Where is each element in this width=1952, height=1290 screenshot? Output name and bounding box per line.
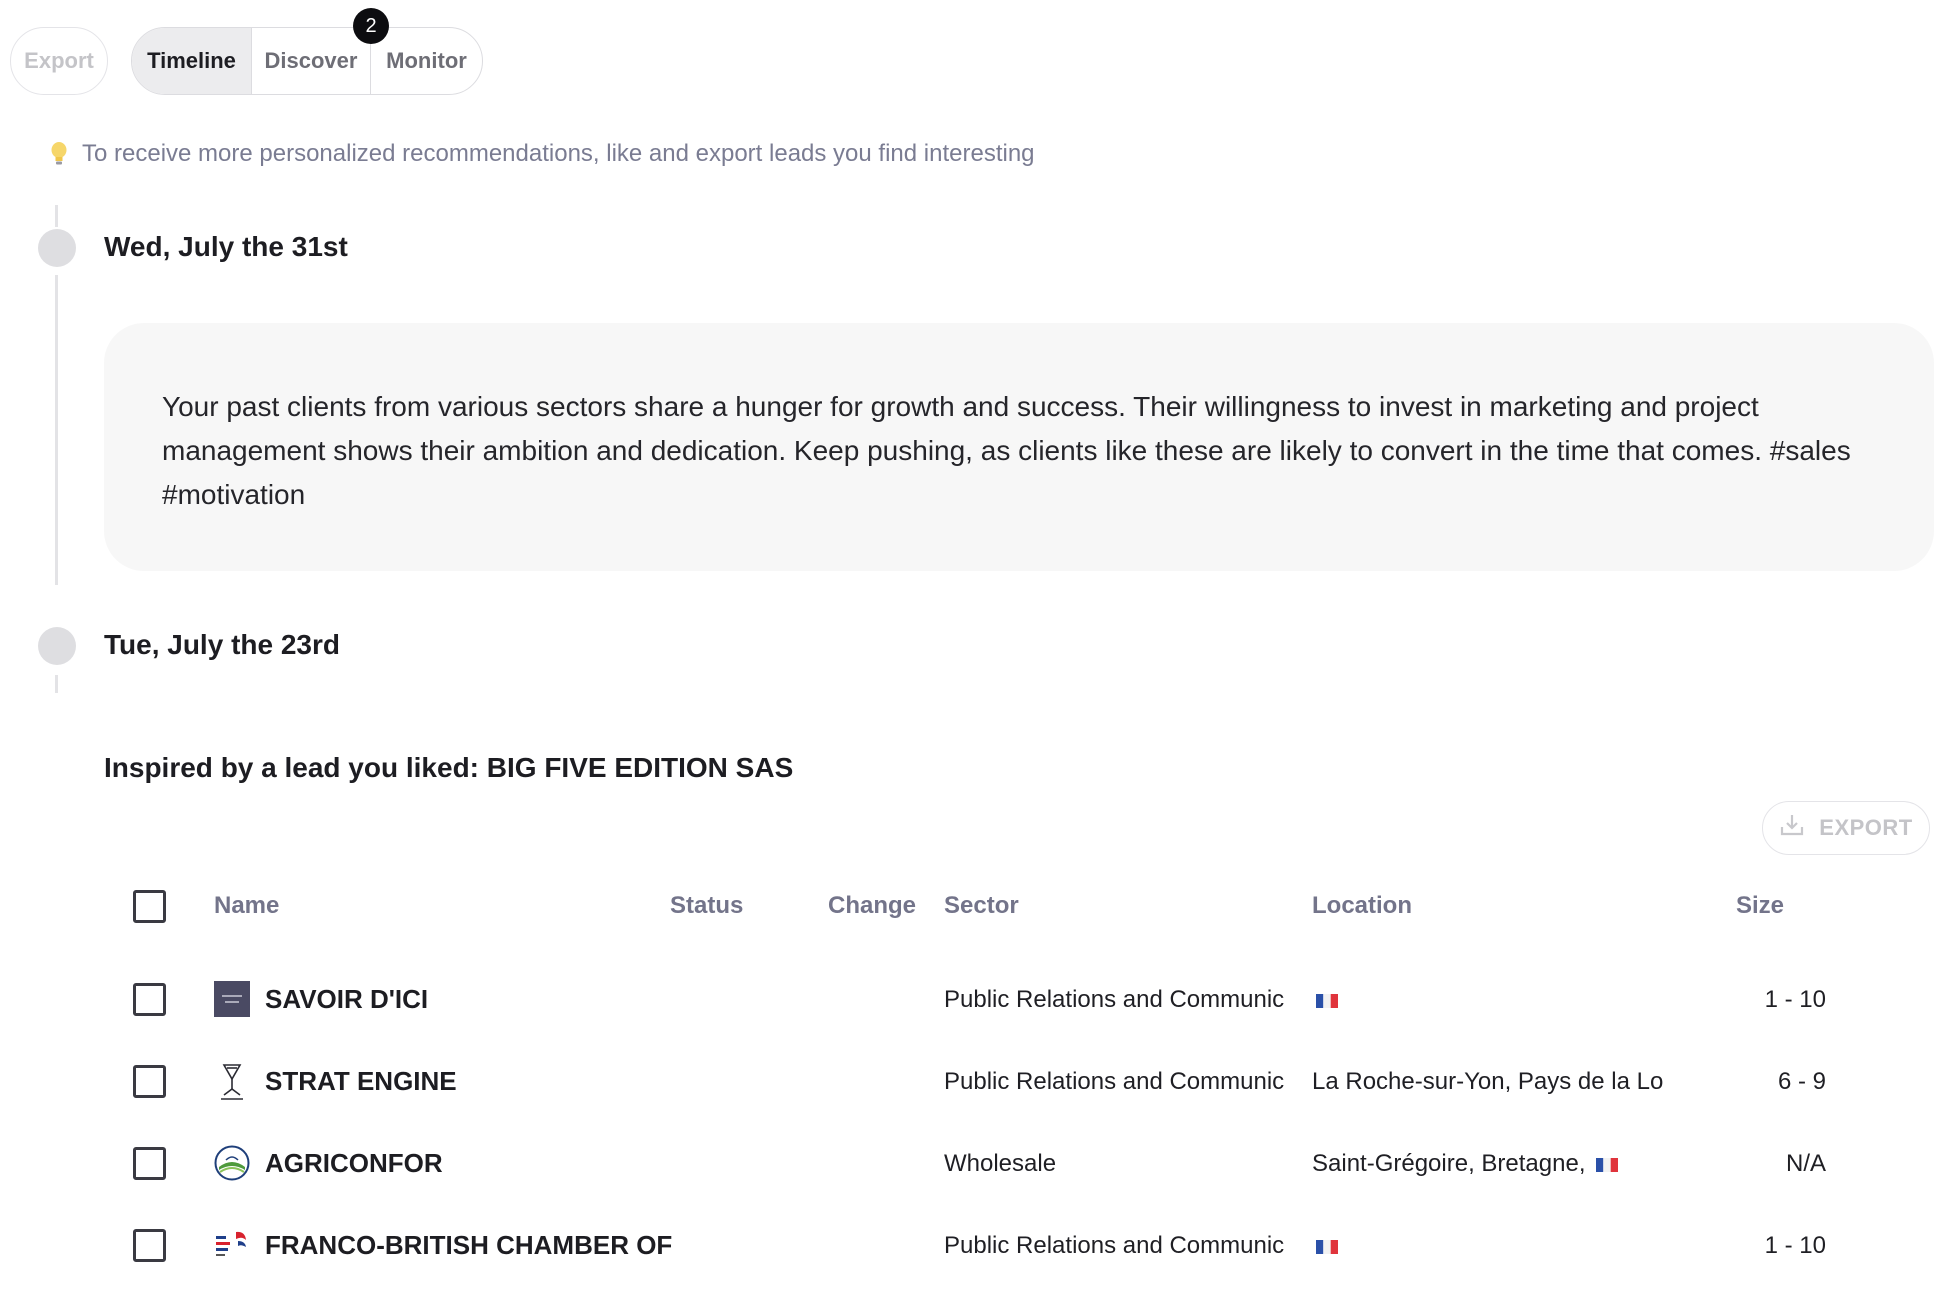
lead-size: 1 - 10: [1764, 1232, 1826, 1259]
row-checkbox[interactable]: [133, 1147, 166, 1180]
download-icon: [1779, 812, 1805, 844]
tab-monitor[interactable]: Monitor: [370, 28, 482, 94]
column-header-size[interactable]: Size: [1736, 892, 1784, 920]
savoir-dici-logo: [214, 981, 250, 1017]
lead-name[interactable]: AGRICONFOR: [265, 1148, 443, 1179]
france-flag-icon: [1596, 1157, 1619, 1172]
insight-message: Your past clients from various sectors s…: [162, 391, 1851, 510]
column-header-sector[interactable]: Sector: [944, 892, 1019, 920]
row-checkbox[interactable]: [133, 1065, 166, 1098]
lead-size: 1 - 10: [1764, 986, 1826, 1013]
lead-name[interactable]: SAVOIR D'ICI: [265, 984, 428, 1015]
leads-section-title: Inspired by a lead you liked: BIG FIVE E…: [104, 752, 794, 783]
lead-sector: Public Relations and Communic: [944, 986, 1285, 1013]
lead-sector: Public Relations and Communic: [944, 1232, 1285, 1259]
timeline-date: Tue, July the 23rd: [104, 629, 340, 660]
lead-location: La Roche-sur-Yon, Pays de la Lo: [1312, 1068, 1663, 1096]
lead-location: [1312, 986, 1338, 1014]
tab-timeline[interactable]: Timeline: [132, 28, 251, 94]
notification-badge: 2: [353, 8, 389, 44]
lead-size: 6 - 9: [1777, 1068, 1826, 1095]
tab-discover[interactable]: Discover: [251, 28, 370, 94]
select-all-checkbox[interactable]: [133, 890, 166, 923]
agriconfor-logo: [214, 1145, 250, 1181]
row-checkbox[interactable]: [133, 1229, 166, 1262]
lead-size: N/A: [1785, 1150, 1826, 1177]
lightbulb-icon: [46, 141, 72, 167]
timeline-rail-top: [55, 205, 58, 227]
timeline-dot: [38, 229, 76, 267]
timeline-date: Wed, July the 31st: [104, 231, 348, 262]
lead-sector: Wholesale: [944, 1150, 1057, 1177]
location-text: Saint-Grégoire, Bretagne,: [1312, 1150, 1586, 1177]
tip-text: To receive more personalized recommendat…: [82, 140, 1035, 167]
lead-location: Saint-Grégoire, Bretagne,: [1312, 1150, 1619, 1178]
export-toggle-button[interactable]: Export: [10, 27, 108, 95]
location-text: La Roche-sur-Yon, Pays de la Lo: [1312, 1068, 1664, 1095]
recommendation-tip: To receive more personalized recommendat…: [46, 138, 1035, 170]
lead-location: [1312, 1232, 1338, 1260]
lead-name[interactable]: STRAT ENGINE: [265, 1066, 457, 1097]
lead-name[interactable]: FRANCO-BRITISH CHAMBER OF: [265, 1230, 672, 1261]
column-header-change[interactable]: Change: [828, 892, 916, 920]
france-flag-icon: [1316, 1239, 1338, 1254]
export-leads-button[interactable]: EXPORT: [1762, 801, 1930, 855]
strat-engine-logo: [214, 1063, 250, 1100]
column-header-status[interactable]: Status: [670, 892, 743, 920]
column-header-name[interactable]: Name: [214, 892, 279, 920]
france-flag-icon: [1316, 993, 1338, 1008]
lead-sector: Public Relations and Communic: [944, 1068, 1285, 1095]
timeline-dot: [38, 627, 76, 665]
timeline-rail-bottom: [55, 675, 58, 693]
franco-british-logo: [214, 1227, 250, 1263]
timeline-rail: [55, 275, 58, 585]
export-leads-label: EXPORT: [1819, 815, 1913, 840]
column-header-location[interactable]: Location: [1312, 892, 1412, 920]
row-checkbox[interactable]: [133, 983, 166, 1016]
view-tabs: Timeline Discover Monitor: [131, 27, 483, 95]
insight-card: Your past clients from various sectors s…: [104, 323, 1934, 571]
